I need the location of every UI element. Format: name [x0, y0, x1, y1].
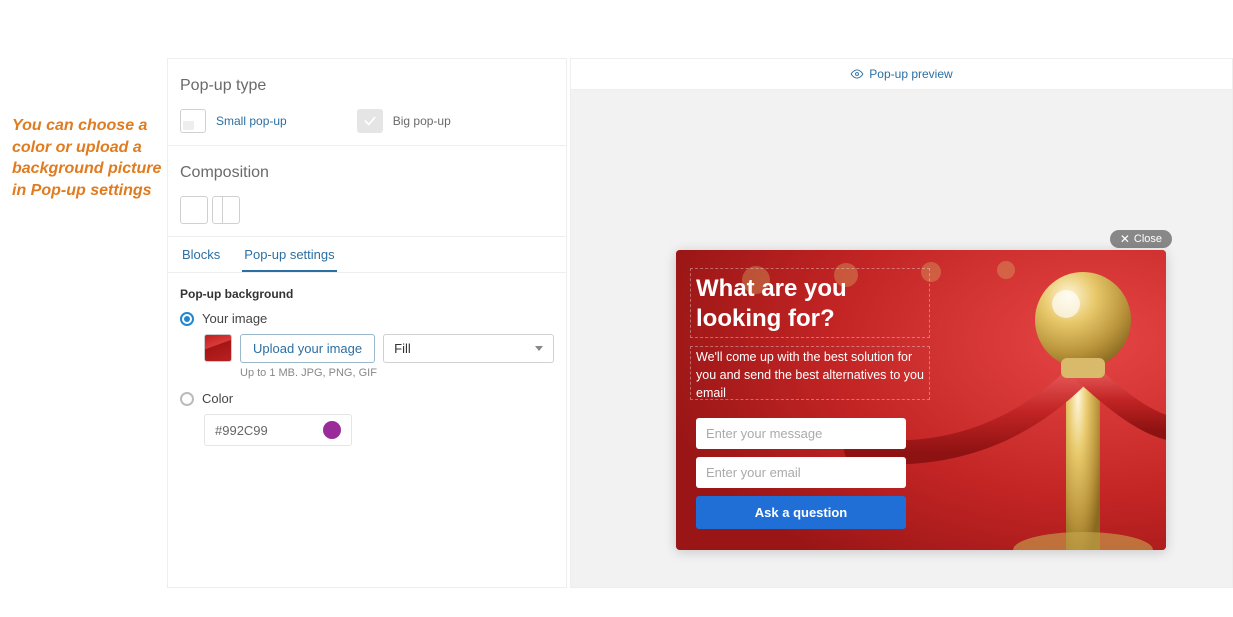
- settings-panel: Pop-up type Small pop-up Big pop-up Comp…: [167, 58, 567, 588]
- bg-option-image[interactable]: Your image: [180, 311, 554, 326]
- close-icon: ✕: [1120, 233, 1130, 245]
- popup-message-input[interactable]: [696, 418, 906, 449]
- radio-image[interactable]: [180, 312, 194, 326]
- color-hex-value: #992C99: [215, 423, 313, 438]
- color-swatch: [323, 421, 341, 439]
- popup-type-title: Pop-up type: [180, 77, 554, 95]
- small-popup-icon: [180, 109, 206, 133]
- popup-type-big[interactable]: Big pop-up: [357, 109, 451, 133]
- popup-type-small[interactable]: Small pop-up: [180, 109, 287, 133]
- popup-preview: What are you looking for? We'll come up …: [676, 250, 1166, 550]
- annotation-text: You can choose a color or upload a backg…: [12, 115, 172, 201]
- bg-option-color[interactable]: Color: [180, 391, 554, 406]
- big-popup-label: Big pop-up: [393, 114, 451, 128]
- close-label: Close: [1134, 233, 1162, 245]
- image-thumbnail[interactable]: [204, 334, 232, 362]
- fill-mode-value: Fill: [394, 341, 411, 356]
- big-popup-icon: [357, 109, 383, 133]
- close-button[interactable]: ✕ Close: [1110, 230, 1172, 248]
- radio-color[interactable]: [180, 392, 194, 406]
- color-input[interactable]: #992C99: [204, 414, 352, 446]
- popup-submit-button[interactable]: Ask a question: [696, 496, 906, 529]
- radio-color-label: Color: [202, 391, 233, 406]
- popup-email-input[interactable]: [696, 457, 906, 488]
- upload-hint: Up to 1 MB. JPG, PNG, GIF: [240, 367, 554, 379]
- upload-image-button[interactable]: Upload your image: [240, 334, 375, 363]
- popup-subtext: We'll come up with the best solution for…: [696, 348, 926, 402]
- tab-blocks[interactable]: Blocks: [180, 237, 222, 272]
- radio-image-label: Your image: [202, 311, 267, 326]
- preview-header-label: Pop-up preview: [869, 67, 952, 81]
- tab-popup-settings[interactable]: Pop-up settings: [242, 237, 336, 272]
- settings-tabs: Blocks Pop-up settings: [168, 237, 566, 273]
- preview-header: Pop-up preview: [571, 59, 1232, 90]
- small-popup-label: Small pop-up: [216, 114, 287, 128]
- fill-mode-select[interactable]: Fill: [383, 334, 554, 363]
- popup-heading: What are you looking for?: [696, 274, 926, 334]
- composition-title: Composition: [180, 164, 554, 182]
- composition-option-full[interactable]: [180, 196, 208, 224]
- preview-panel: Pop-up preview ✕ Close: [570, 58, 1233, 588]
- chevron-down-icon: [535, 346, 543, 351]
- preview-body: ✕ Close: [571, 90, 1232, 587]
- composition-option-split[interactable]: [212, 196, 240, 224]
- popup-background-heading: Pop-up background: [180, 287, 554, 301]
- popup-type-section: Pop-up type Small pop-up Big pop-up: [168, 59, 566, 146]
- eye-icon: [850, 67, 864, 81]
- composition-section: Composition: [168, 146, 566, 237]
